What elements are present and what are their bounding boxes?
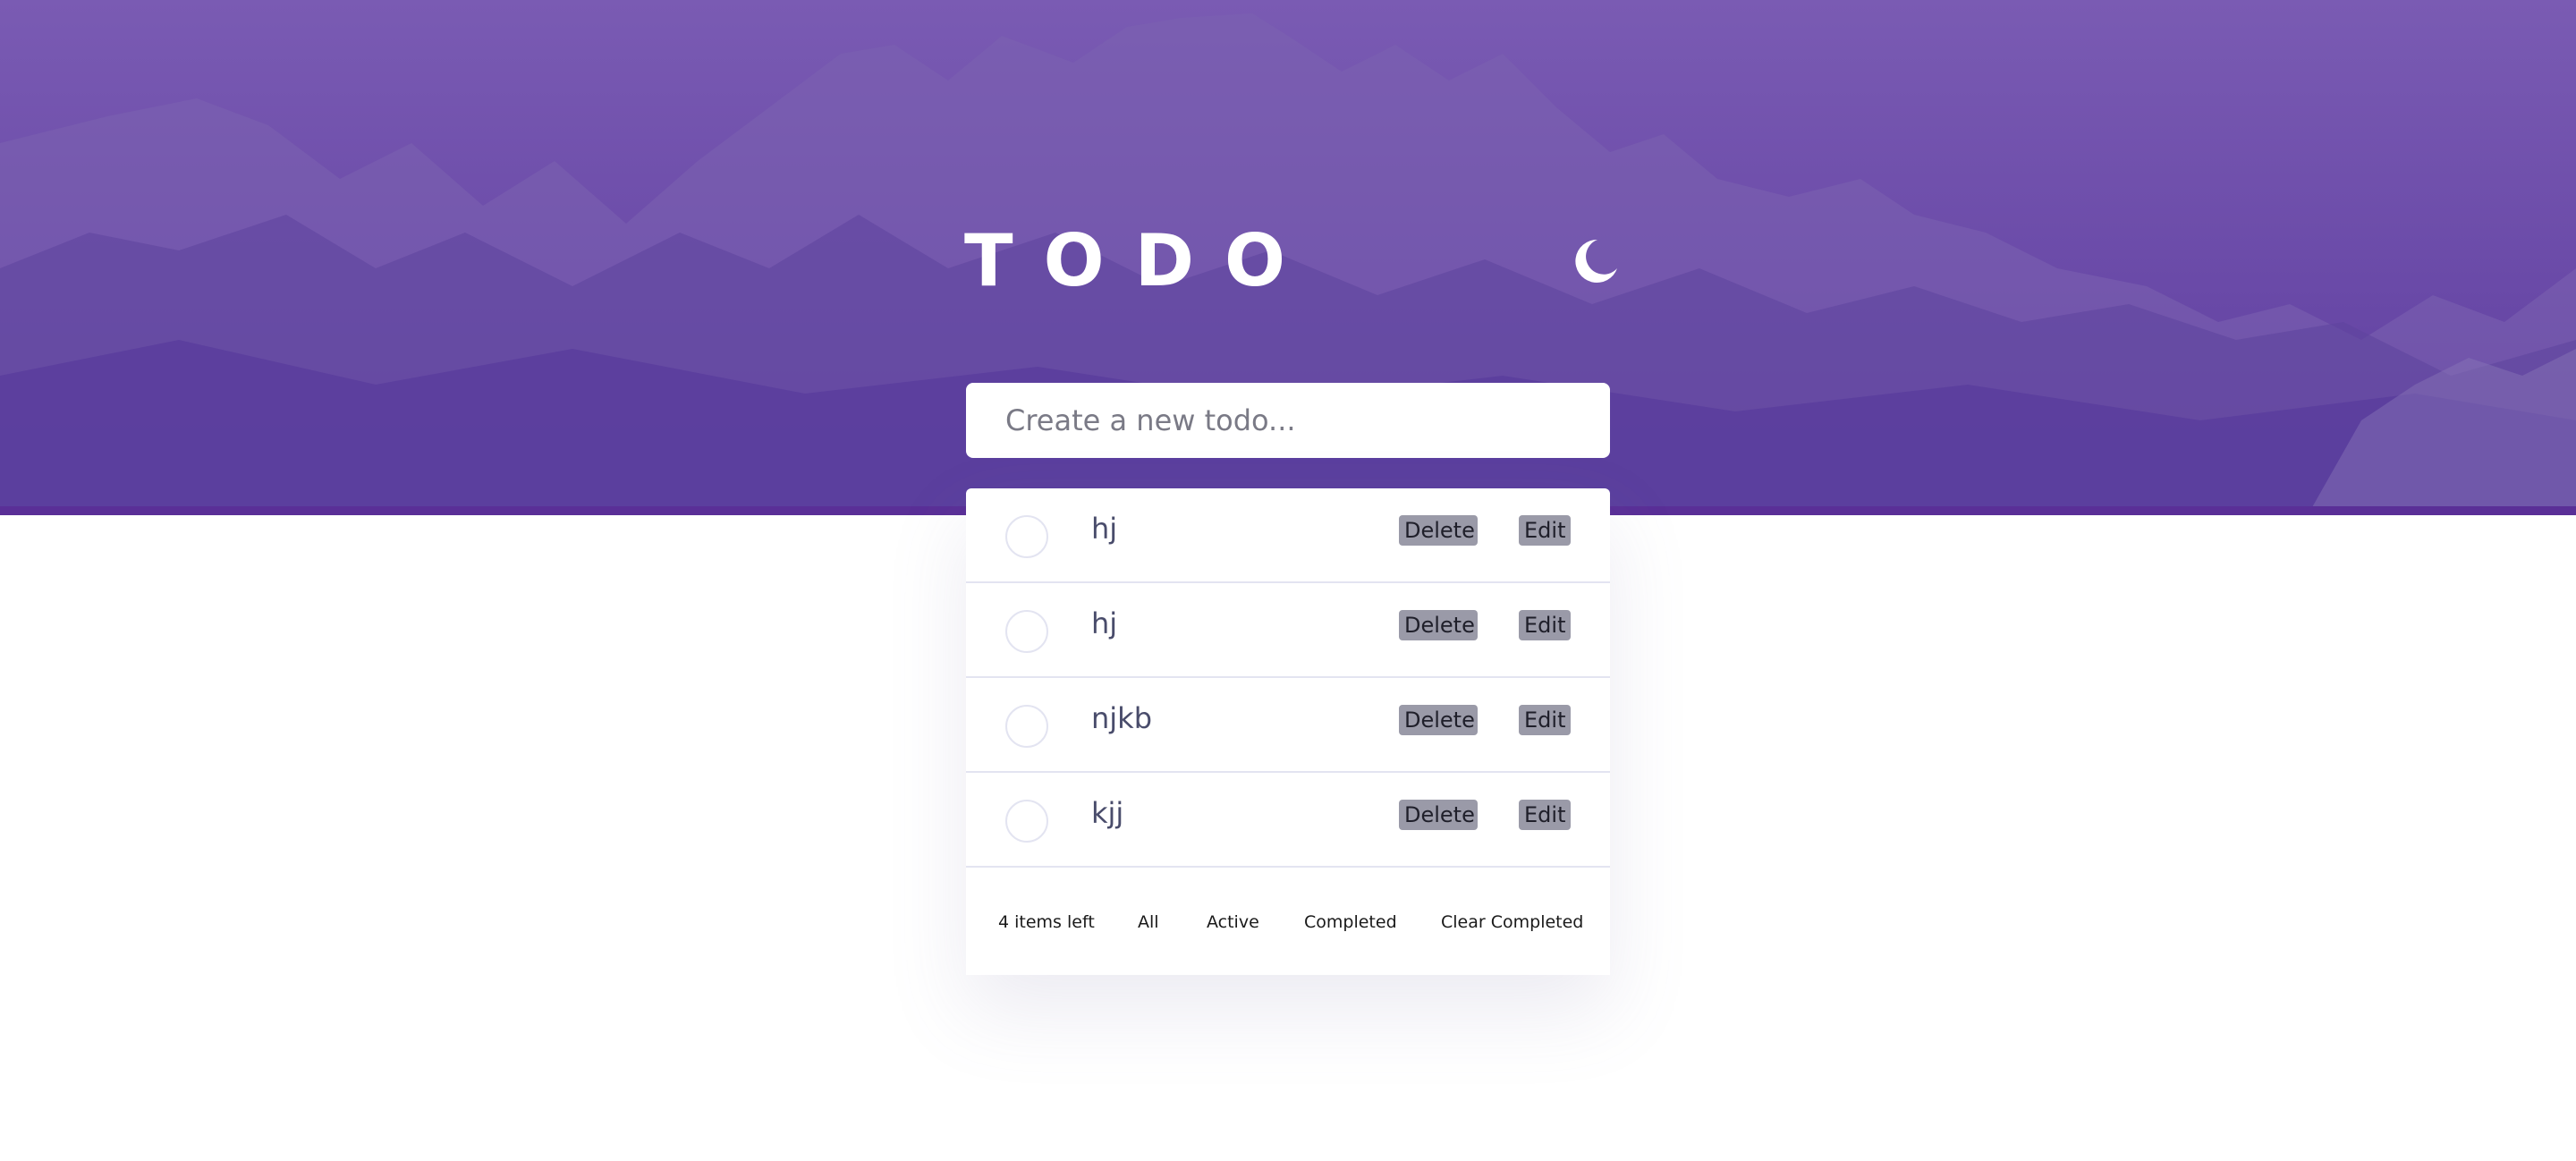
todo-footer: 4 items left All Active Completed Clear … bbox=[966, 868, 1610, 975]
items-left-count: 4 items left bbox=[998, 912, 1095, 932]
edit-button[interactable]: Edit bbox=[1519, 610, 1571, 640]
complete-checkbox[interactable] bbox=[1005, 515, 1048, 558]
todo-item: hj Delete Edit bbox=[966, 583, 1610, 678]
todo-item: hj Delete Edit bbox=[966, 488, 1610, 583]
todo-item: kjj Delete Edit bbox=[966, 773, 1610, 868]
delete-button[interactable]: Delete bbox=[1399, 800, 1478, 830]
complete-checkbox[interactable] bbox=[1005, 705, 1048, 748]
clear-completed-button[interactable]: Clear Completed bbox=[1441, 912, 1583, 932]
complete-checkbox[interactable] bbox=[1005, 610, 1048, 653]
delete-button[interactable]: Delete bbox=[1399, 705, 1478, 735]
app-title: TODO bbox=[964, 219, 1316, 302]
todo-list: hj Delete Edit hj Delete Edit njkb Delet… bbox=[966, 488, 1610, 975]
filter-completed[interactable]: Completed bbox=[1304, 912, 1397, 932]
theme-toggle-button[interactable] bbox=[1571, 236, 1621, 286]
moon-icon bbox=[1575, 239, 1617, 283]
filter-active[interactable]: Active bbox=[1207, 912, 1259, 932]
delete-button[interactable]: Delete bbox=[1399, 610, 1478, 640]
edit-button[interactable]: Edit bbox=[1519, 705, 1571, 735]
complete-checkbox[interactable] bbox=[1005, 800, 1048, 843]
edit-button[interactable]: Edit bbox=[1519, 800, 1571, 830]
todo-text: kjj bbox=[1091, 796, 1124, 830]
todo-text: hj bbox=[1091, 512, 1118, 546]
new-todo-box bbox=[966, 383, 1610, 458]
todo-text: hj bbox=[1091, 606, 1118, 640]
new-todo-input[interactable] bbox=[1005, 383, 1610, 458]
todo-text: njkb bbox=[1091, 701, 1153, 735]
todo-item: njkb Delete Edit bbox=[966, 678, 1610, 773]
edit-button[interactable]: Edit bbox=[1519, 515, 1571, 546]
filter-all[interactable]: All bbox=[1138, 912, 1159, 932]
delete-button[interactable]: Delete bbox=[1399, 515, 1478, 546]
